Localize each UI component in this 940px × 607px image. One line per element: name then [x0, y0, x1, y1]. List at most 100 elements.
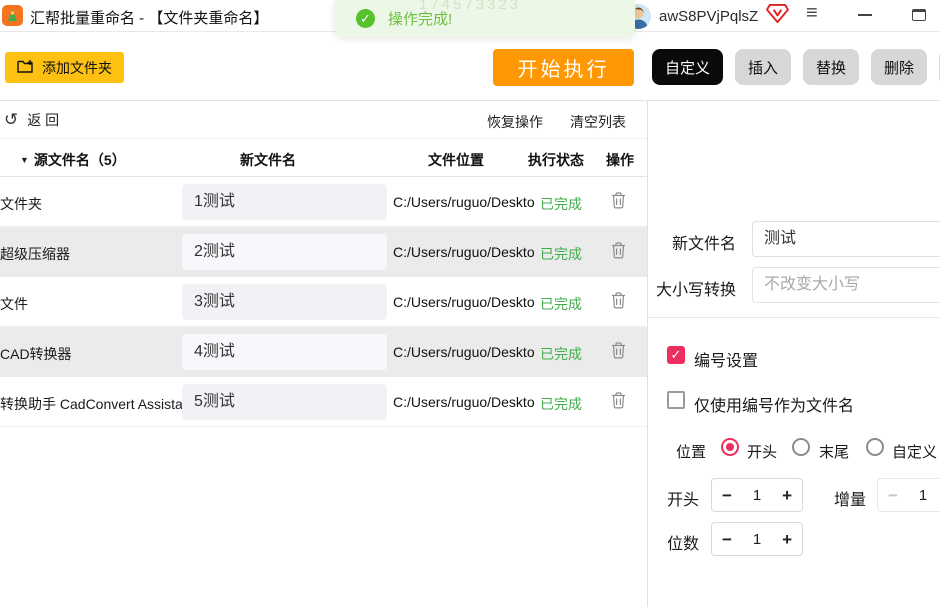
- start-number-label: 开头: [667, 486, 699, 510]
- radio-position-custom[interactable]: [866, 438, 884, 456]
- delete-row-button[interactable]: [611, 292, 626, 314]
- column-action: 操作: [606, 150, 634, 170]
- table-row: 文件夹 1测试 C:/Users/ruguo/Deskto 已完成: [0, 177, 647, 227]
- trash-icon: [611, 246, 626, 263]
- clear-list-button[interactable]: 清空列表: [570, 112, 626, 132]
- vip-badge-icon: [766, 3, 789, 29]
- source-file-name: 转换助手 CadConvert Assistant: [0, 394, 195, 414]
- plus-icon[interactable]: +: [782, 487, 792, 504]
- delete-row-button[interactable]: [611, 242, 626, 264]
- mode-tab[interactable]: 自定义: [652, 49, 723, 85]
- restore-operation-button[interactable]: 恢复操作: [487, 112, 543, 132]
- check-circle-icon: ✓: [356, 9, 375, 28]
- new-name-input[interactable]: 1测试: [182, 184, 387, 220]
- trash-icon: [611, 396, 626, 413]
- column-source-label: 源文件名（5）: [34, 150, 126, 170]
- minus-icon[interactable]: −: [722, 487, 732, 504]
- file-location: C:/Users/ruguo/Deskto: [393, 194, 535, 210]
- trash-icon: [611, 296, 626, 313]
- column-new-name: 新文件名: [240, 150, 296, 170]
- mode-tab[interactable]: 替换: [803, 49, 859, 85]
- window-title: 汇帮批量重命名 - 【文件夹重命名】: [30, 7, 268, 28]
- table-header: ▼ 源文件名（5） 新文件名 文件位置 执行状态 操作: [0, 139, 647, 177]
- column-source[interactable]: ▼ 源文件名（5）: [20, 150, 126, 170]
- radio-position-custom-label: 自定义: [892, 441, 937, 462]
- watermark-text: 174573323: [419, 0, 521, 13]
- new-name-input[interactable]: 2测试: [182, 234, 387, 270]
- trash-icon: [611, 196, 626, 213]
- new-name-field[interactable]: 测试: [752, 221, 940, 257]
- delete-row-button[interactable]: [611, 392, 626, 414]
- success-toast: ✓ 操作完成! 174573323: [335, 0, 635, 37]
- status-badge: 已完成: [540, 294, 582, 314]
- only-number-label: 仅使用编号作为文件名: [694, 392, 854, 416]
- mode-tab[interactable]: 删除: [871, 49, 927, 85]
- numbering-checkbox[interactable]: [667, 346, 685, 364]
- digits-value[interactable]: 1: [753, 531, 761, 548]
- app-logo-icon: [2, 5, 23, 26]
- table-row: CAD转换器 4测试 C:/Users/ruguo/Deskto 已完成: [0, 327, 647, 377]
- caret-down-icon: ▼: [20, 155, 29, 165]
- file-location: C:/Users/ruguo/Deskto: [393, 244, 535, 260]
- mode-tabs: 自定义 插入 替换 删除: [652, 49, 940, 85]
- back-label: 返 回: [27, 110, 59, 130]
- numbering-label: 编号设置: [694, 347, 758, 371]
- digits-label: 位数: [667, 530, 699, 554]
- increment-label: 增量: [834, 486, 866, 510]
- new-name-input[interactable]: 4测试: [182, 334, 387, 370]
- file-location: C:/Users/ruguo/Deskto: [393, 344, 535, 360]
- delete-row-button[interactable]: [611, 192, 626, 214]
- start-number-value[interactable]: 1: [753, 487, 761, 504]
- maximize-icon[interactable]: [912, 9, 926, 21]
- new-name-input[interactable]: 5测试: [182, 384, 387, 420]
- column-status: 执行状态: [528, 150, 584, 170]
- table-row: 超级压缩器 2测试 C:/Users/ruguo/Deskto 已完成: [0, 227, 647, 277]
- source-file-name: 文件夹: [0, 194, 42, 214]
- radio-position-start[interactable]: [721, 438, 739, 456]
- table-row: 转换助手 CadConvert Assistant 5测试 C:/Users/r…: [0, 377, 647, 427]
- status-badge: 已完成: [540, 394, 582, 414]
- status-badge: 已完成: [540, 344, 582, 364]
- start-execute-button[interactable]: 开始执行: [493, 49, 634, 86]
- table-rows: 文件夹 1测试 C:/Users/ruguo/Deskto 已完成: [0, 177, 647, 427]
- case-convert-label: 大小写转换: [648, 276, 736, 300]
- user-area[interactable]: awS8PVjPqlsZ: [626, 3, 789, 29]
- radio-position-end-label: 末尾: [819, 441, 849, 462]
- source-file-name: 超级压缩器: [0, 244, 70, 264]
- column-location: 文件位置: [428, 150, 484, 170]
- source-file-name: CAD转换器: [0, 344, 72, 364]
- mode-tab[interactable]: 插入: [735, 49, 791, 85]
- start-number-stepper: − 1 +: [711, 478, 803, 512]
- increment-value[interactable]: 1: [919, 487, 927, 504]
- minimize-icon[interactable]: [858, 14, 872, 16]
- trash-icon: [611, 346, 626, 363]
- settings-panel: 新文件名 测试 大小写转换 不改变大小写 编号设置 仅使用编号作为文件名 位置 …: [648, 101, 940, 607]
- table-row: 文件 3测试 C:/Users/ruguo/Deskto 已完成: [0, 277, 647, 327]
- undo-arrow-icon: ↺: [4, 113, 18, 127]
- status-badge: 已完成: [540, 244, 582, 264]
- main-area: ↺ 返 回 恢复操作 清空列表 ▼ 源文件名（5） 新文件名 文件位置 执行状态…: [0, 100, 940, 607]
- only-number-checkbox[interactable]: [667, 391, 685, 409]
- status-badge: 已完成: [540, 194, 582, 214]
- minus-icon[interactable]: −: [722, 531, 732, 548]
- add-folder-button[interactable]: 添加文件夹: [5, 52, 124, 83]
- radio-position-start-label: 开头: [747, 441, 777, 462]
- radio-position-end[interactable]: [792, 438, 810, 456]
- menu-icon[interactable]: ≡: [806, 2, 818, 25]
- username-label: awS8PVjPqlsZ: [659, 8, 758, 25]
- app-window: 汇帮批量重命名 - 【文件夹重命名】 awS8PVjPqlsZ ≡: [0, 0, 940, 607]
- file-location: C:/Users/ruguo/Deskto: [393, 294, 535, 310]
- list-actions-row: ↺ 返 回 恢复操作 清空列表: [0, 101, 647, 139]
- increment-stepper: − 1 +: [877, 478, 940, 512]
- case-convert-select[interactable]: 不改变大小写: [752, 267, 940, 303]
- plus-icon[interactable]: +: [782, 531, 792, 548]
- panel-divider: [648, 317, 940, 318]
- new-name-label: 新文件名: [648, 230, 736, 254]
- file-list-section: ↺ 返 回 恢复操作 清空列表 ▼ 源文件名（5） 新文件名 文件位置 执行状态…: [0, 101, 648, 607]
- minus-icon[interactable]: −: [888, 487, 898, 504]
- new-name-input[interactable]: 3测试: [182, 284, 387, 320]
- delete-row-button[interactable]: [611, 342, 626, 364]
- file-location: C:/Users/ruguo/Deskto: [393, 394, 535, 410]
- source-file-name: 文件: [0, 294, 28, 314]
- back-button[interactable]: ↺ 返 回: [4, 110, 59, 130]
